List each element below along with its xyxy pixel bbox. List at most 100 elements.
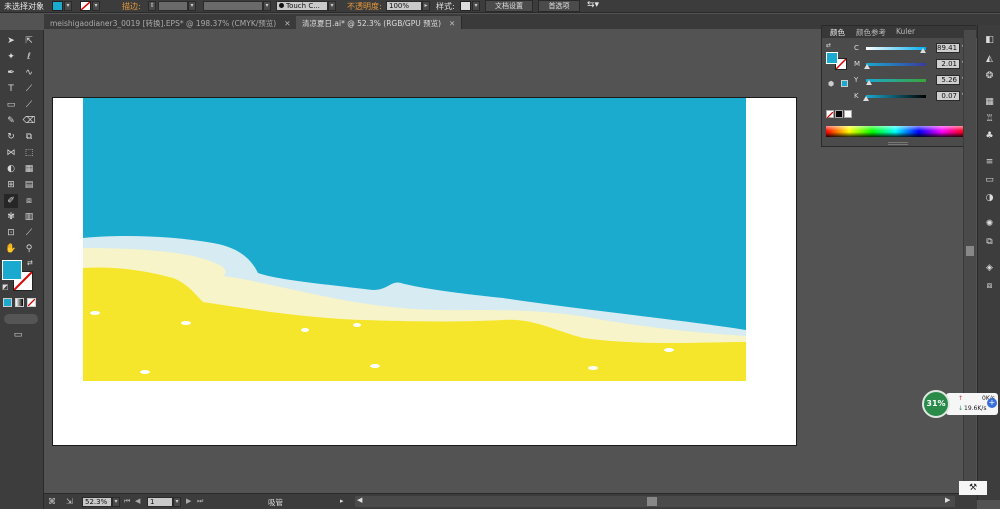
brush-definition[interactable]: Touch C...	[276, 1, 328, 11]
black-slider[interactable]: K 0.07 %	[854, 91, 972, 102]
yellow-slider[interactable]: Y 5.26 %	[854, 75, 972, 86]
document-setup-button[interactable]: 文档设置	[485, 0, 533, 12]
direct-selection-tool-icon[interactable]: ⇱	[22, 34, 36, 48]
horizontal-scrollbar[interactable]: ◀ ▶	[355, 496, 955, 507]
artboard-number-field[interactable]: 1	[147, 497, 173, 507]
tab-color[interactable]: 颜色	[830, 27, 845, 38]
horizontal-scroll-thumb[interactable]	[647, 497, 657, 506]
black-value-field[interactable]: 0.07	[936, 91, 960, 101]
none-mode-icon[interactable]	[27, 298, 36, 307]
style-dropdown[interactable]: ▾	[472, 1, 480, 11]
beach-artwork[interactable]	[83, 98, 746, 381]
graphic-style-swatch[interactable]	[460, 1, 471, 11]
fill-dropdown-arrow[interactable]: ▾	[64, 1, 72, 11]
yellow-slider-thumb[interactable]	[866, 80, 872, 85]
opacity-label[interactable]: 不透明度:	[347, 1, 382, 12]
artboard-tool-icon[interactable]: ⊡	[4, 226, 18, 240]
tab-color-guide[interactable]: 颜色参考	[856, 27, 886, 38]
appearance-icon[interactable]: ✺	[982, 217, 997, 231]
white-swatch[interactable]	[844, 110, 852, 118]
close-icon[interactable]: ✕	[284, 19, 290, 28]
plus-icon[interactable]: +	[987, 398, 997, 408]
width-tool-icon[interactable]: ⋈	[4, 146, 18, 160]
mesh-tool-icon[interactable]: ⊞	[4, 178, 18, 192]
artboard-dropdown[interactable]: ▾	[173, 497, 181, 507]
magic-wand-tool-icon[interactable]: ✦	[4, 50, 18, 64]
free-transform-tool-icon[interactable]: ⬚	[22, 146, 36, 160]
eraser-tool-icon[interactable]: ⌫	[22, 114, 36, 128]
opacity-field[interactable]: 100%	[386, 1, 422, 11]
rotate-tool-icon[interactable]: ↻	[4, 130, 18, 144]
symbols-icon[interactable]: ♣	[982, 129, 997, 143]
kuler-icon[interactable]: ❂	[982, 69, 997, 83]
preferences-button[interactable]: 首选项	[538, 0, 580, 12]
pen-tool-icon[interactable]: ✒	[4, 66, 18, 80]
brush-dropdown[interactable]: ▾	[328, 1, 336, 11]
perspective-grid-tool-icon[interactable]: ▦	[22, 162, 36, 176]
out-of-gamut-icon[interactable]: ⬢	[828, 80, 834, 88]
variable-width-profile[interactable]	[203, 1, 263, 11]
export-icon[interactable]: ⇲	[66, 497, 73, 506]
stroke-dropdown-arrow[interactable]: ▾	[92, 1, 100, 11]
layers-icon[interactable]: ◈	[982, 261, 997, 275]
fill-swatch[interactable]	[52, 1, 63, 11]
tab-summer-document[interactable]: 清凉夏日.ai* @ 52.3% (RGB/GPU 预览) ✕	[296, 16, 463, 29]
magenta-slider-track[interactable]	[866, 63, 926, 66]
transparency-icon[interactable]: ◑	[982, 191, 997, 205]
fill-color-box-front[interactable]	[2, 260, 22, 280]
swatches-icon[interactable]: ▦	[982, 95, 997, 109]
graphic-styles-icon[interactable]: ⧉	[982, 235, 997, 249]
magenta-slider[interactable]: M 2.01 %	[854, 59, 972, 70]
status-menu-arrow[interactable]: ▸	[340, 497, 344, 505]
arrange-documents-icon[interactable]: ⇆▾	[587, 0, 599, 10]
last-artboard-icon[interactable]: ⏭	[197, 497, 203, 506]
black-swatch[interactable]	[835, 110, 843, 118]
first-artboard-icon[interactable]: ⏮	[124, 497, 130, 506]
black-slider-thumb[interactable]	[863, 96, 869, 101]
panel-resize-handle[interactable]	[888, 142, 908, 145]
cyan-value-field[interactable]: 89.41	[936, 43, 960, 53]
current-tool-name[interactable]: 吸管	[268, 497, 283, 508]
lasso-tool-icon[interactable]: ℓ	[22, 50, 36, 64]
brushes-icon[interactable]: ♖	[982, 112, 997, 126]
yellow-slider-track[interactable]	[866, 79, 926, 82]
zoom-field[interactable]: 52.3%	[82, 497, 112, 507]
swap-icon[interactable]: ⇄	[826, 42, 831, 49]
curvature-tool-icon[interactable]: ∿	[22, 66, 36, 80]
cyan-slider-track[interactable]	[866, 47, 926, 50]
opacity-dropdown[interactable]: ▸	[422, 1, 430, 11]
column-graph-tool-icon[interactable]: ▥	[22, 210, 36, 224]
paintbrush-tool-icon[interactable]: ⟋	[22, 98, 36, 112]
scale-tool-icon[interactable]: ⧉	[22, 130, 36, 144]
yellow-value-field[interactable]: 5.26	[936, 75, 960, 85]
profile-dropdown[interactable]: ▾	[263, 1, 271, 11]
color-panel-icon[interactable]: ◧	[982, 33, 997, 47]
magenta-slider-thumb[interactable]	[864, 64, 870, 69]
line-tool-icon[interactable]: ⟋	[22, 82, 36, 96]
stroke-weight-stepper[interactable]: ⇕	[148, 1, 156, 11]
default-colors-icon[interactable]: ◩	[2, 283, 9, 291]
color-mode-icon[interactable]	[3, 298, 12, 307]
stroke-swatch[interactable]	[80, 1, 91, 11]
cyan-slider-thumb[interactable]	[920, 48, 926, 53]
vertical-scrollbar[interactable]	[963, 30, 976, 492]
vertical-scroll-thumb[interactable]	[966, 246, 974, 256]
type-tool-icon[interactable]: T	[4, 82, 18, 96]
selection-tool-icon[interactable]: ➤	[4, 34, 18, 48]
symbol-sprayer-tool-icon[interactable]: ✾	[4, 210, 18, 224]
drawing-modes-icon[interactable]	[4, 314, 38, 324]
shape-builder-tool-icon[interactable]: ◐	[4, 162, 18, 176]
color-guide-icon[interactable]: ◭	[982, 52, 997, 66]
color-spectrum-shade[interactable]	[826, 126, 965, 137]
screen-mode-icon[interactable]: ▭	[11, 328, 25, 342]
stroke-label[interactable]: 描边:	[122, 1, 141, 12]
artboards-icon[interactable]: ⧈	[982, 279, 997, 293]
tab-kuler[interactable]: Kuler	[896, 27, 915, 36]
stroke-icon[interactable]: ≡	[982, 155, 997, 169]
wrench-icon[interactable]: ⚒	[959, 481, 987, 495]
black-slider-track[interactable]	[866, 95, 926, 98]
close-icon[interactable]: ✕	[449, 19, 455, 28]
rectangle-tool-icon[interactable]: ▭	[4, 98, 18, 112]
pencil-tool-icon[interactable]: ✎	[4, 114, 18, 128]
previous-artboard-icon[interactable]: ◀	[135, 497, 140, 505]
